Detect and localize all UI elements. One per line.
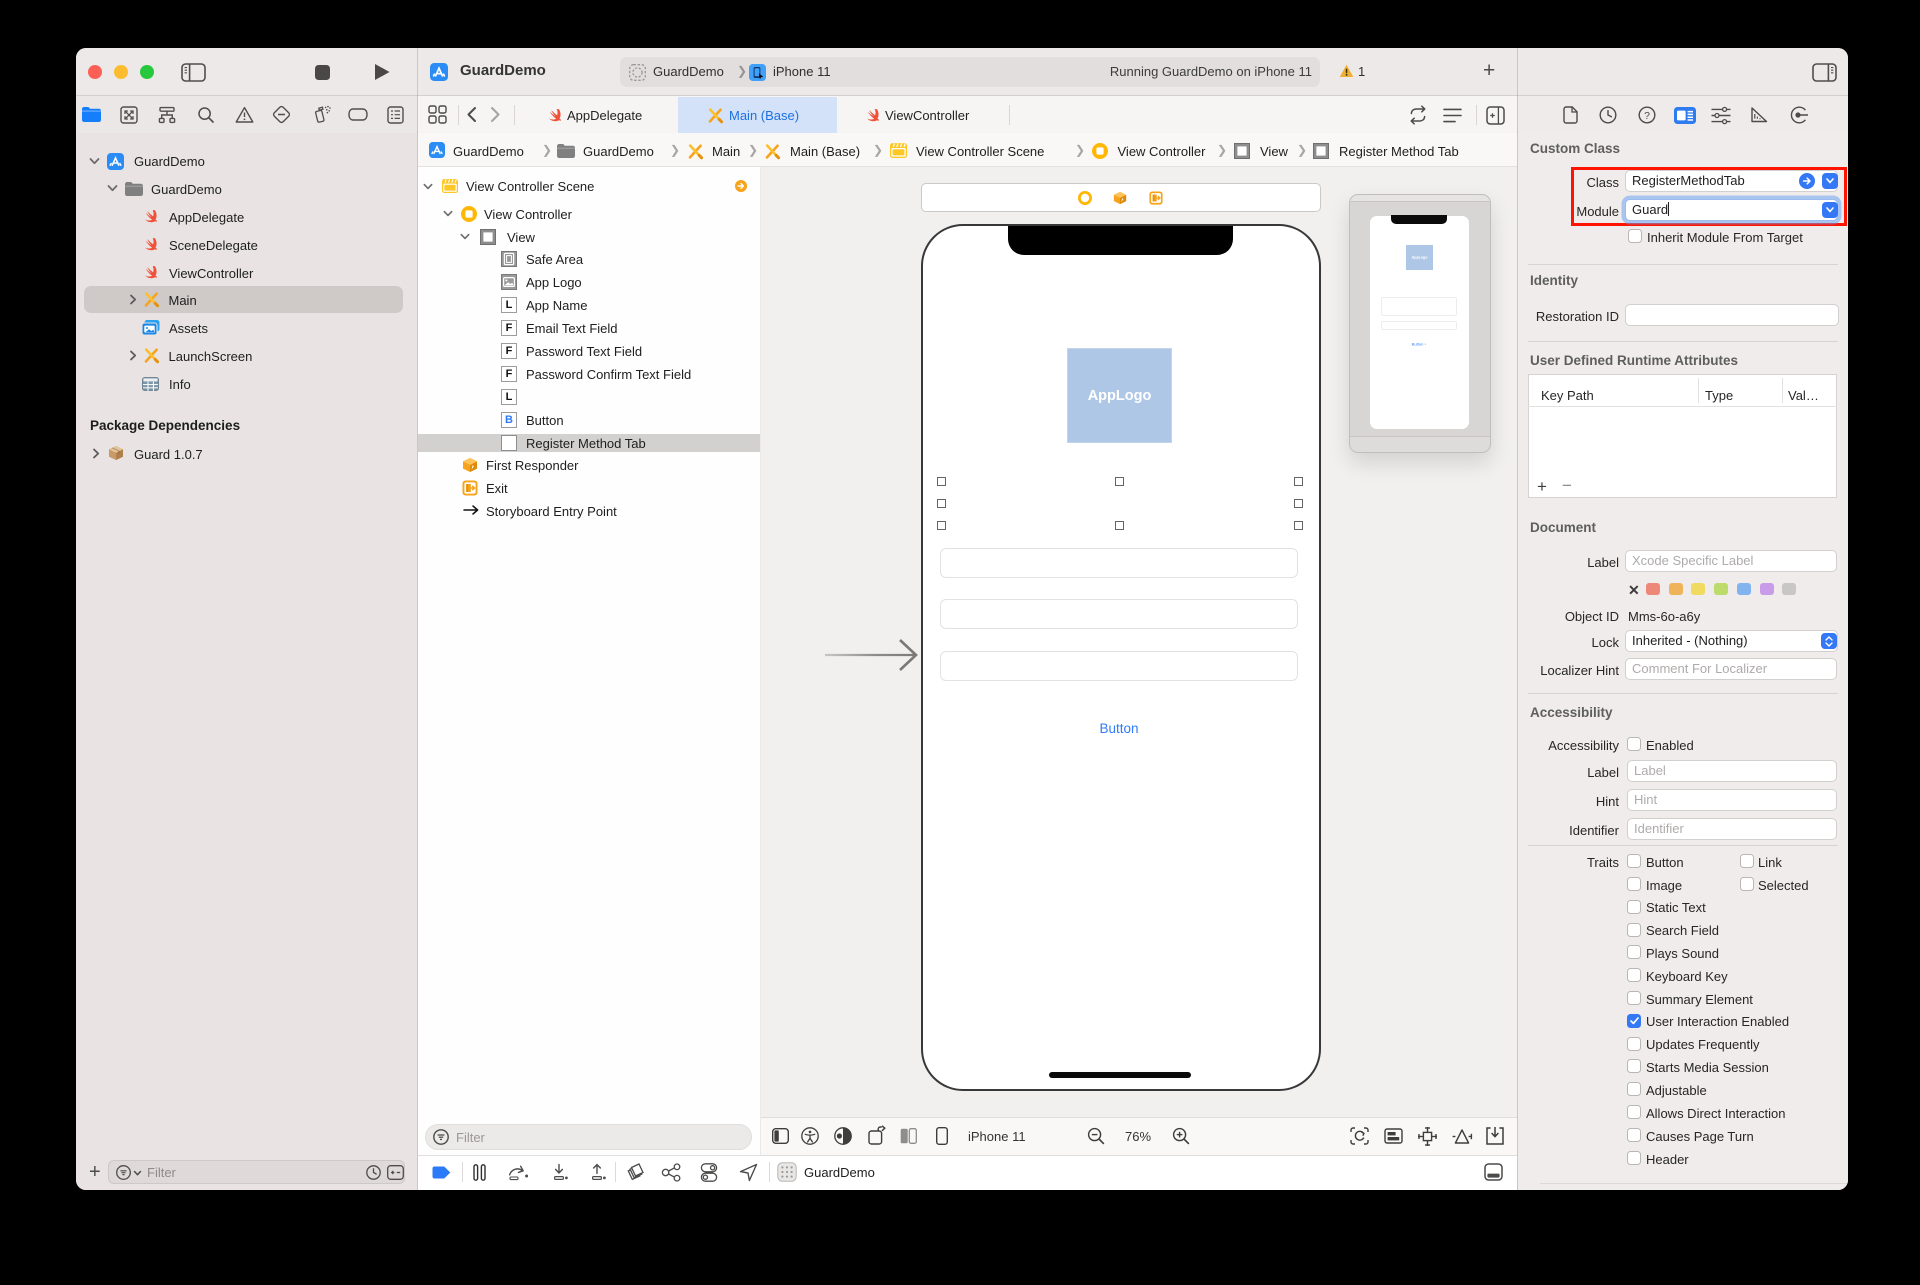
svg-text:?: ? bbox=[1644, 110, 1650, 122]
